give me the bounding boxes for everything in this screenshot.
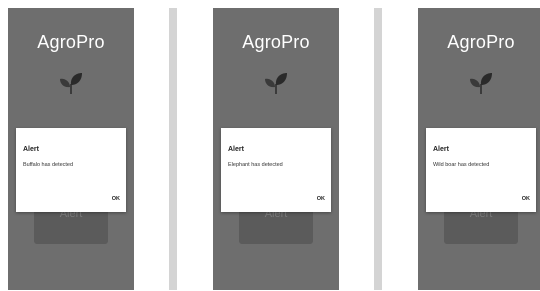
phone-screen-3: AgroPro Alert Alert Wild boar has detect… bbox=[418, 8, 540, 290]
dialog-message: Elephant has detected bbox=[228, 162, 283, 168]
dialog-message: Wild boar has detected bbox=[433, 162, 490, 168]
alert-dialog: Alert Buffalo has detected OK bbox=[16, 128, 126, 212]
alert-dialog: Alert Elephant has detected OK bbox=[221, 128, 331, 212]
app-title: AgroPro bbox=[37, 32, 105, 52]
app-title: AgroPro bbox=[242, 32, 310, 52]
dialog-message: Buffalo has detected bbox=[23, 162, 74, 168]
ok-button[interactable]: OK bbox=[112, 196, 120, 202]
leaf-icon bbox=[470, 73, 492, 94]
ok-button[interactable]: OK bbox=[317, 196, 325, 202]
dialog-title: Alert bbox=[23, 146, 39, 153]
phone-screen-2: AgroPro Alert Alert Elephant has detecte… bbox=[213, 8, 339, 290]
dialog-title: Alert bbox=[228, 146, 244, 153]
alert-dialog: Alert Wild boar has detected OK bbox=[426, 128, 536, 212]
divider bbox=[169, 8, 177, 290]
app-title: AgroPro bbox=[447, 32, 515, 52]
ok-button[interactable]: OK bbox=[522, 196, 530, 202]
dialog-title: Alert bbox=[433, 146, 449, 153]
phone-screen-1: AgroPro Alert Alert Buffalo has detected… bbox=[8, 8, 134, 290]
leaf-icon bbox=[60, 73, 82, 94]
leaf-icon bbox=[265, 73, 287, 94]
divider bbox=[374, 8, 382, 290]
